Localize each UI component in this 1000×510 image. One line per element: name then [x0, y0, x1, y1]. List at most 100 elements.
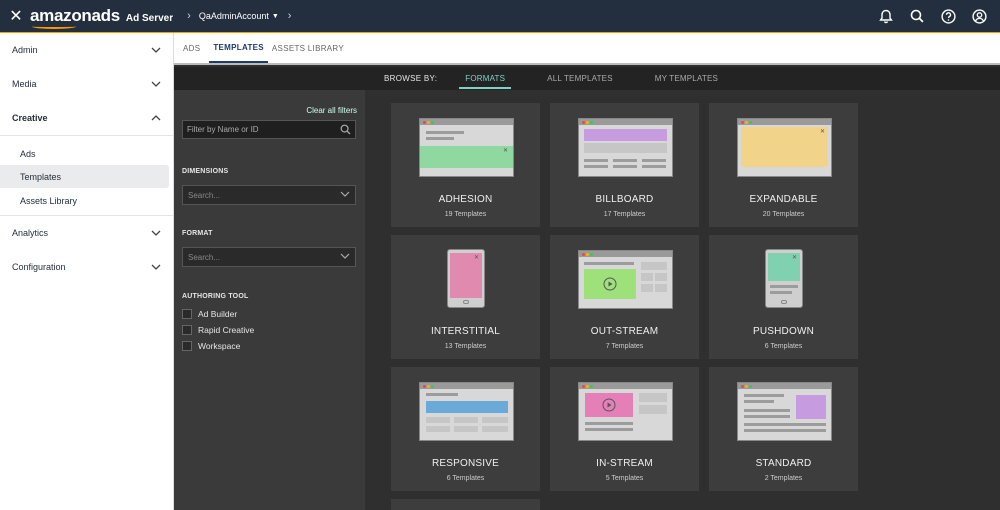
browse-bar: BROWSE BY: FORMATS ALL TEMPLATES MY TEMP…: [174, 67, 1000, 90]
sidebar-section-label: Configuration: [12, 262, 66, 272]
format-name: RESPONSIVE: [431, 458, 500, 469]
format-name: OUT-STREAM: [590, 326, 659, 337]
sidebar-item-ads[interactable]: Ads: [0, 142, 173, 165]
search-icon[interactable]: [908, 7, 926, 25]
brand[interactable]: amazonads Ad Server: [30, 6, 174, 29]
checkbox[interactable]: [182, 325, 192, 335]
sidebar-section-configuration[interactable]: Configuration: [0, 250, 173, 284]
format-name: EXPANDABLE: [749, 194, 818, 205]
bell-icon[interactable]: [877, 7, 895, 25]
search-placeholder: Filter by Name or ID: [187, 125, 259, 134]
chevron-down-icon: [151, 45, 161, 56]
browse-option-all-templates[interactable]: ALL TEMPLATES: [541, 69, 619, 88]
billboard-thumbnail-icon: [578, 118, 673, 177]
format-name: INTERSTITIAL: [430, 326, 501, 337]
template-count: 20 Templates: [762, 211, 805, 218]
sidebar-item-label: Ads: [20, 148, 36, 159]
chevron-down-icon: [151, 262, 161, 273]
chevron-down-icon: [151, 228, 161, 239]
format-card-expandable[interactable]: ✕ EXPANDABLE 20 Templates: [709, 103, 858, 227]
dimensions-select[interactable]: Search...: [182, 185, 356, 205]
format-card-pushdown[interactable]: ✕ PUSHDOWN 6 Templates: [709, 235, 858, 359]
in-stream-thumbnail-icon: [578, 382, 673, 441]
responsive-thumbnail-icon: [419, 382, 514, 441]
checkbox-ad-builder[interactable]: Ad Builder: [182, 309, 237, 319]
template-count: 5 Templates: [605, 475, 644, 482]
format-card-interstitial[interactable]: ✕ INTERSTITIAL 13 Templates: [391, 235, 540, 359]
chevron-down-icon: [151, 79, 161, 90]
help-icon[interactable]: [939, 7, 957, 25]
format-grid: ✕ ADHESION 19 Templates BILLBOARD 17 Tem…: [365, 90, 1000, 510]
top-bar: ✕ amazonads Ad Server › QaAdminAccount ▼ …: [0, 0, 1000, 32]
filter-panel: Clear all filters Filter by Name or ID D…: [174, 90, 365, 510]
sidebar-section-label: Analytics: [12, 228, 49, 238]
chevron-down-icon: [340, 251, 350, 261]
browse-option-my-templates[interactable]: MY TEMPLATES: [649, 69, 724, 88]
sidebar-section-creative[interactable]: Creative: [0, 101, 173, 135]
adhesion-thumbnail-icon: ✕: [419, 118, 514, 177]
template-count: 6 Templates: [764, 343, 803, 350]
sidebar-section-label: Admin: [12, 45, 38, 55]
sidebar-section-label: Media: [12, 79, 37, 89]
caret-down-icon: ▼: [271, 12, 279, 20]
chevron-right-icon: ›: [287, 10, 292, 22]
sidebar-section-admin[interactable]: Admin: [0, 33, 173, 67]
search-icon[interactable]: [340, 124, 351, 137]
format-name: ADHESION: [438, 194, 493, 205]
template-count: 7 Templates: [605, 343, 644, 350]
template-count: 6 Templates: [446, 475, 485, 482]
sidebar-item-assets-library[interactable]: Assets Library: [0, 189, 173, 212]
browse-option-formats[interactable]: FORMATS: [459, 69, 512, 89]
chevron-down-icon: [340, 189, 350, 199]
pushdown-thumbnail-icon: ✕: [765, 249, 803, 308]
amazonads-logo: amazonads: [30, 6, 120, 29]
checkbox[interactable]: [182, 341, 192, 351]
sidebar-item-templates[interactable]: Templates: [0, 165, 169, 188]
tab-templates[interactable]: TEMPLATES: [209, 43, 268, 63]
format-card-out-stream[interactable]: OUT-STREAM 7 Templates: [550, 235, 699, 359]
format-card-standard[interactable]: STANDARD 2 Templates: [709, 367, 858, 491]
format-name: PUSHDOWN: [752, 326, 815, 337]
clear-filters-link[interactable]: Clear all filters: [306, 106, 357, 115]
sidebar: Admin Media Creative Ads Templates Asset…: [0, 33, 174, 510]
user-icon[interactable]: [970, 7, 988, 25]
product-name: Ad Server: [125, 13, 174, 24]
checkbox-label: Ad Builder: [198, 309, 238, 319]
dimensions-label: DIMENSIONS: [182, 168, 229, 175]
template-count: 13 Templates: [444, 343, 487, 350]
standard-thumbnail-icon: [737, 382, 832, 441]
checkbox-workspace[interactable]: Workspace: [182, 341, 240, 351]
format-card-adhesion[interactable]: ✕ ADHESION 19 Templates: [391, 103, 540, 227]
checkbox[interactable]: [182, 309, 192, 319]
format-placeholder: Search...: [188, 252, 221, 262]
checkbox-rapid-creative[interactable]: Rapid Creative: [182, 325, 254, 335]
format-name: STANDARD: [755, 458, 812, 469]
sidebar-section-media[interactable]: Media: [0, 67, 173, 101]
sidebar-item-label: Templates: [20, 171, 62, 182]
expandable-thumbnail-icon: ✕: [737, 118, 832, 177]
authoring-tool-label: AUTHORING TOOL: [182, 293, 249, 300]
sidebar-section-analytics[interactable]: Analytics: [0, 216, 173, 250]
filter-search-input[interactable]: Filter by Name or ID: [182, 120, 356, 139]
format-card-partial[interactable]: [391, 499, 540, 510]
tab-assets-library[interactable]: ASSETS LIBRARY: [272, 44, 349, 63]
format-card-in-stream[interactable]: IN-STREAM 5 Templates: [550, 367, 699, 491]
tab-bar: ADS TEMPLATES ASSETS LIBRARY: [174, 33, 1000, 65]
checkbox-label: Rapid Creative: [198, 325, 255, 335]
format-card-billboard[interactable]: BILLBOARD 17 Templates: [550, 103, 699, 227]
template-count: 17 Templates: [603, 211, 646, 218]
sidebar-item-label: Assets Library: [20, 195, 78, 206]
format-label: FORMAT: [182, 230, 213, 237]
format-select[interactable]: Search...: [182, 247, 356, 267]
format-name: IN-STREAM: [596, 458, 653, 469]
close-icon[interactable]: ✕: [4, 6, 28, 26]
template-count: 2 Templates: [764, 475, 803, 482]
out-stream-thumbnail-icon: [578, 250, 673, 309]
browse-by-label: BROWSE BY:: [384, 74, 438, 83]
account-selector[interactable]: QaAdminAccount ▼: [199, 11, 279, 21]
format-name: BILLBOARD: [595, 194, 654, 205]
format-card-responsive[interactable]: RESPONSIVE 6 Templates: [391, 367, 540, 491]
template-count: 19 Templates: [444, 211, 487, 218]
chevron-up-icon: [151, 113, 161, 124]
tab-ads[interactable]: ADS: [183, 44, 205, 63]
